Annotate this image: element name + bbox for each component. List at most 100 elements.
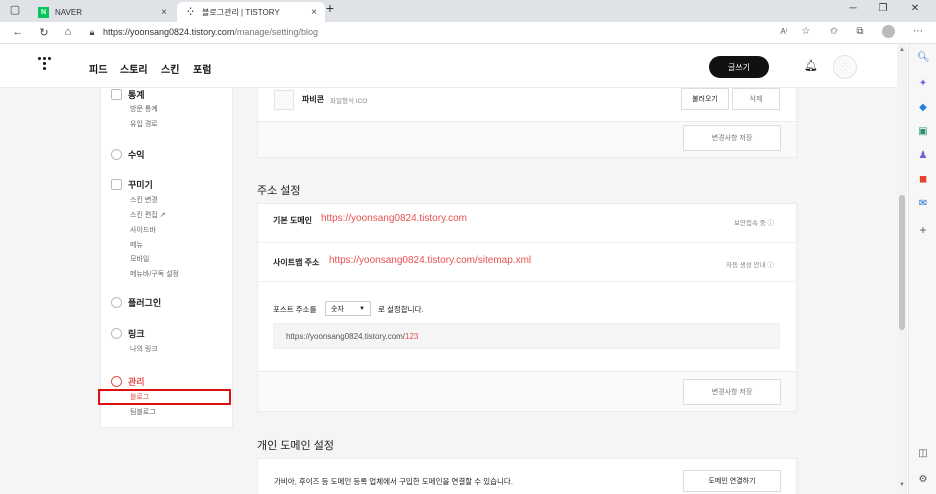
collections-icon[interactable]: ⧉ (852, 26, 868, 37)
menu-forum[interactable]: 포럼 (193, 61, 211, 76)
menu-feed[interactable]: 피드 (89, 61, 107, 76)
copilot-icon[interactable]: ✦ (917, 78, 929, 90)
sidebar-group-stats[interactable]: 통계 (111, 88, 145, 101)
select-value: 숫자 (331, 305, 344, 313)
tab-actions-icon[interactable]: ▢ (7, 3, 23, 16)
sidebar-group-label: 플러그인 (128, 298, 162, 308)
load-button[interactable]: 불러오기 (681, 88, 729, 110)
chart-icon (111, 89, 122, 100)
url-field[interactable]: https://yoonsang0824.tistory.com/manage/… (103, 27, 318, 37)
secure-connection-help[interactable]: 보안접속 중 ⓘ (734, 217, 774, 227)
url-host: https://yoonsang0824.tistory.com (103, 27, 235, 37)
domain-section-title: 개인 도메인 설정 (257, 440, 334, 452)
sidebar-item-menubar[interactable]: 메뉴바/구독 설정 (130, 269, 179, 279)
back-icon[interactable]: ← (10, 26, 26, 38)
url-path: /manage/setting/blog (234, 27, 318, 37)
sidebar-group-label: 수익 (128, 150, 145, 160)
save-button[interactable]: 변경사항 저장 (683, 379, 781, 405)
settings-sidebar: 통계 방문 통계 유입 경로 수익 꾸미기 스킨 변경 스킨 편집 ↗ 사이드바… (100, 88, 233, 428)
sidebar-item-menu[interactable]: 메뉴 (130, 240, 143, 250)
coin-icon (111, 149, 122, 160)
edge-sidebar: 🔍︎ ✦ ◆ ▣ ♟ ◼ ✉ + ◫ ⚙ (908, 44, 936, 494)
preview-number: 123 (405, 331, 419, 341)
connect-domain-button[interactable]: 도메인 연결하기 (683, 470, 781, 492)
sidebar-item-visit-stats[interactable]: 방문 통계 (130, 104, 158, 114)
menu-story[interactable]: 스토리 (120, 61, 148, 76)
lock-icon[interactable]: 🔒︎ (84, 27, 100, 38)
sidebar-group-label: 관리 (128, 377, 145, 387)
tools-icon[interactable]: ▣ (917, 126, 929, 138)
favicon-preview (274, 90, 294, 110)
minimize-icon[interactable]: ─ (843, 3, 863, 14)
menu-skin[interactable]: 스킨 (161, 61, 179, 76)
refresh-icon[interactable]: ↻ (36, 26, 52, 39)
chevron-down-icon: ▼ (359, 305, 365, 312)
avatar[interactable]: ⁛ (833, 55, 857, 79)
sidebar-item-sidebar[interactable]: 사이드바 (130, 225, 156, 235)
write-button[interactable]: 글쓰기 (709, 56, 769, 78)
sidebar-group-decorate[interactable]: 꾸미기 (111, 178, 153, 191)
site-header: 피드 스토리 스킨 포럼 글쓰기 🔔︎ ⁛ (0, 44, 897, 88)
sidebar-item-skin-change[interactable]: 스킨 변경 (130, 195, 158, 205)
office-icon[interactable]: ◼ (917, 174, 929, 186)
sidebar-item-inflow[interactable]: 유입 경로 (130, 119, 158, 129)
new-tab-icon[interactable]: + (320, 0, 340, 16)
divider (258, 242, 796, 243)
scroll-up-icon[interactable]: ▲ (899, 47, 905, 53)
scroll-down-icon[interactable]: ▼ (899, 482, 905, 488)
domain-description: 가비아, 후이즈 등 도메인 등록 업체에서 구입한 도메인을 연결할 수 있습… (274, 477, 513, 486)
favicon-row: 파비콘 파일형식 ICO 불러오기 삭제 (257, 88, 797, 122)
games-icon[interactable]: ♟ (917, 150, 929, 162)
window-close-icon[interactable]: ✕ (905, 3, 925, 14)
default-domain-url[interactable]: https://yoonsang0824.tistory.com (321, 213, 467, 224)
gear-icon[interactable]: ⚙ (917, 474, 929, 486)
sidebar-toggle-icon[interactable]: ◫ (917, 448, 929, 460)
divider (258, 281, 796, 282)
naver-favicon-icon: N (38, 6, 49, 18)
tab-tistory[interactable]: ⁛ 블로그관리 | TISTORY × (177, 2, 325, 22)
sidebar-group-link[interactable]: 링크 (111, 327, 145, 340)
preview-base: https://yoonsang0824.tistory.com/ (286, 331, 406, 341)
tistory-favicon-icon: ⁛ (187, 9, 194, 16)
sidebar-item-skin-edit[interactable]: 스킨 편집 ↗ (130, 210, 166, 220)
favorites-icon[interactable]: ✩ (826, 26, 842, 37)
sidebar-item-my-link[interactable]: 나의 링크 (130, 344, 158, 354)
save-button[interactable]: 변경사항 저장 (683, 125, 781, 151)
post-address-prefix: 포스트 주소를 (273, 305, 317, 314)
address-bar-row: ← ↻ ⌂ 🔒︎ https://yoonsang0824.tistory.co… (0, 22, 936, 44)
sidebar-group-plugin[interactable]: 플러그인 (111, 296, 161, 309)
bell-icon[interactable]: 🔔︎ (804, 59, 818, 72)
profile-icon[interactable] (880, 25, 896, 41)
browser-tab-strip: ▢ N NAVER × ⁛ 블로그관리 | TISTORY × + ─ ❐ ✕ (0, 0, 936, 22)
post-address-select[interactable]: 숫자 ▼ (325, 301, 371, 316)
post-address-suffix: 로 설정합니다. (378, 305, 424, 314)
sidebar-group-label: 통계 (128, 90, 145, 100)
delete-button[interactable]: 삭제 (732, 88, 780, 110)
favicon-save-bar: 변경사항 저장 (257, 122, 797, 158)
read-aloud-icon[interactable]: A⁾ (776, 27, 792, 36)
sitemap-url[interactable]: https://yoonsang0824.tistory.com/sitemap… (329, 255, 531, 266)
tistory-logo-icon[interactable] (38, 57, 52, 71)
close-icon[interactable]: × (161, 7, 167, 18)
search-icon[interactable]: 🔍︎ (917, 52, 930, 64)
restore-icon[interactable]: ❐ (873, 3, 893, 14)
close-icon[interactable]: × (311, 7, 317, 18)
add-icon[interactable]: + (917, 224, 929, 236)
favorite-add-icon[interactable]: ☆ (798, 26, 814, 37)
home-icon[interactable]: ⌂ (60, 26, 76, 38)
tab-naver[interactable]: N NAVER × (30, 2, 175, 22)
sitemap-help[interactable]: 자동 생성 안내 ⓘ (726, 259, 774, 269)
sidebar-group-revenue[interactable]: 수익 (111, 148, 145, 161)
shopping-icon[interactable]: ◆ (917, 102, 929, 114)
sidebar-group-manage[interactable]: 관리 (111, 375, 145, 388)
scrollbar-thumb[interactable] (899, 195, 905, 330)
tab-title: NAVER (55, 7, 82, 17)
address-section-title: 주소 설정 (257, 185, 301, 197)
more-icon[interactable]: ⋯ (910, 26, 926, 37)
post-address-preview: https://yoonsang0824.tistory.com/123 (273, 323, 780, 349)
outlook-icon[interactable]: ✉ (917, 198, 929, 210)
sidebar-item-team-blog[interactable]: 팀블로그 (130, 407, 156, 417)
favicon-label: 파비콘 (302, 95, 325, 104)
sidebar-item-mobile[interactable]: 모바일 (130, 254, 149, 264)
tab-title: 블로그관리 | TISTORY (202, 7, 280, 17)
